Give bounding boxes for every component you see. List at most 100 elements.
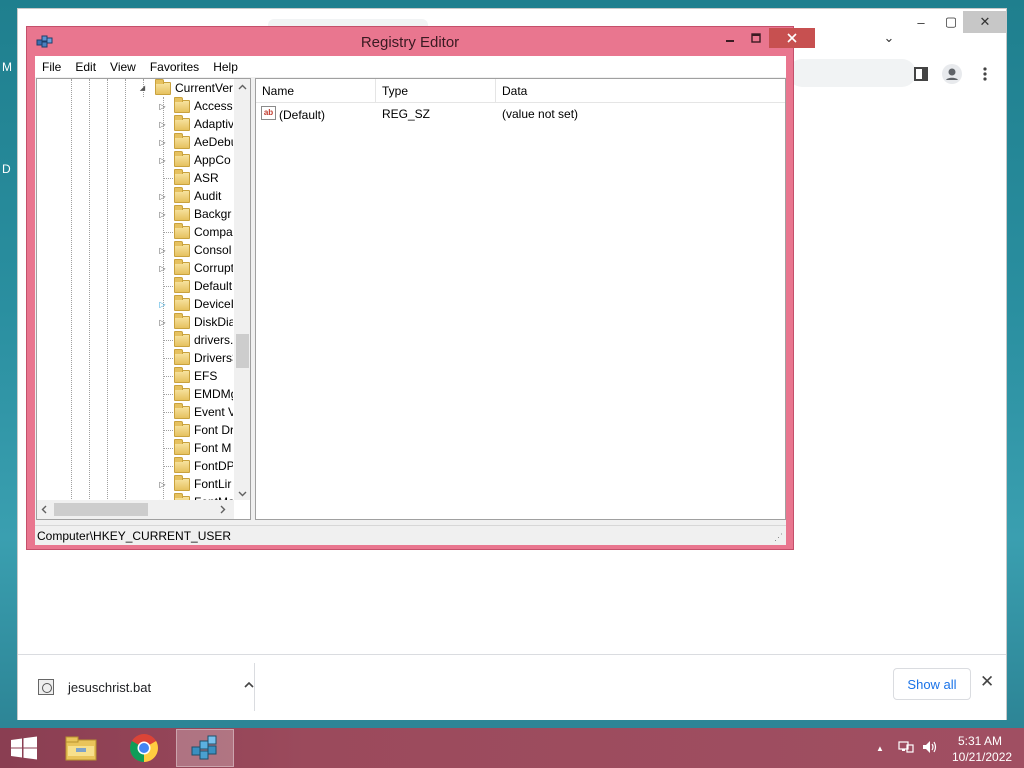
- registry-editor-taskbar-button[interactable]: [176, 729, 234, 767]
- close-button[interactable]: [769, 28, 815, 48]
- scroll-up-arrow[interactable]: [238, 82, 247, 92]
- tree-node[interactable]: Font Dr: [37, 421, 233, 439]
- minimize-button[interactable]: –: [906, 11, 936, 33]
- show-hidden-icons-icon[interactable]: ▲: [876, 744, 884, 753]
- start-button[interactable]: [10, 736, 38, 760]
- scrollbar-thumb[interactable]: [236, 334, 249, 368]
- tree-node[interactable]: Font M: [37, 439, 233, 457]
- registry-tree[interactable]: ◢ CurrentVer ▷ Accessi ▷ Adaptiv ▷ AeDebu ▷ AppCo…: [36, 78, 251, 520]
- menu-favorites[interactable]: Favorites: [143, 60, 206, 74]
- downloads-bar: jesuschrist.bat Show all ✕: [18, 654, 1006, 720]
- scroll-down-arrow[interactable]: [238, 489, 247, 499]
- expand-arrow-icon[interactable]: ▷: [158, 120, 167, 129]
- tree-node[interactable]: Default: [37, 277, 233, 295]
- list-item[interactable]: ab (Default) REG_SZ (value not set): [256, 104, 785, 124]
- expand-arrow-icon[interactable]: ▷: [158, 192, 167, 201]
- expand-arrow-icon[interactable]: ▷: [158, 246, 167, 255]
- tab-search-icon[interactable]: ⌄: [874, 27, 904, 49]
- tree-node[interactable]: EFS: [37, 367, 233, 385]
- tree-node[interactable]: ▷ Audit: [37, 187, 233, 205]
- column-header-data[interactable]: Data: [496, 79, 784, 103]
- value-name-cell: ab (Default): [256, 104, 376, 124]
- tree-node-currentversion[interactable]: ◢ CurrentVer: [37, 79, 233, 97]
- kebab-menu-icon[interactable]: [975, 64, 995, 84]
- network-icon[interactable]: [898, 740, 914, 757]
- tree-node[interactable]: drivers.: [37, 331, 233, 349]
- chrome-taskbar-button[interactable]: [115, 729, 173, 767]
- desktop-icon-label: D: [2, 162, 11, 176]
- tree-horizontal-scrollbar[interactable]: [37, 500, 234, 519]
- column-header-name[interactable]: Name: [256, 79, 376, 103]
- tree-node[interactable]: ▷ Adaptiv: [37, 115, 233, 133]
- menu-file[interactable]: File: [35, 60, 68, 74]
- scroll-left-arrow[interactable]: [41, 505, 47, 516]
- menu-view[interactable]: View: [103, 60, 143, 74]
- titlebar[interactable]: Registry Editor: [27, 27, 815, 55]
- expand-arrow-icon[interactable]: ▷: [158, 102, 167, 111]
- tree-connector: [163, 412, 173, 413]
- volume-icon[interactable]: [922, 740, 938, 757]
- folder-icon: [174, 421, 190, 437]
- clock-time[interactable]: 5:31 AM: [958, 734, 1002, 748]
- tree-node[interactable]: Compa: [37, 223, 233, 241]
- folder-icon: [155, 79, 171, 95]
- value-data: (value not set): [502, 107, 579, 121]
- status-path: Computer\HKEY_CURRENT_USER: [37, 528, 232, 543]
- menu-bar: File Edit View Favorites Help: [35, 56, 786, 77]
- expand-arrow-icon[interactable]: ▷: [158, 264, 167, 273]
- expand-arrow-icon[interactable]: ▷: [158, 318, 167, 327]
- expanded-arrow-icon[interactable]: ◢: [138, 84, 147, 92]
- tree-node[interactable]: Drivers3: [37, 349, 233, 367]
- minimize-button[interactable]: [717, 28, 743, 48]
- file-explorer-taskbar-button[interactable]: [52, 729, 110, 767]
- tree-node[interactable]: ▷ DeviceI: [37, 295, 233, 313]
- expand-arrow-icon[interactable]: ▷: [158, 156, 167, 165]
- tree-node[interactable]: ▷ AeDebu: [37, 133, 233, 151]
- scrollbar-thumb[interactable]: [54, 503, 148, 516]
- tree-node-label: Backgr: [194, 207, 232, 221]
- column-header-type[interactable]: Type: [376, 79, 496, 103]
- tree-node[interactable]: ▷ Consol: [37, 241, 233, 259]
- omnibox[interactable]: [788, 59, 916, 87]
- show-all-button[interactable]: Show all: [893, 668, 971, 700]
- tree-vertical-scrollbar[interactable]: [234, 79, 250, 500]
- folder-icon: [174, 259, 190, 275]
- download-item[interactable]: jesuschrist.bat: [38, 667, 254, 707]
- tree-node[interactable]: Event V: [37, 403, 233, 421]
- tree-node[interactable]: ▷ Corrupt: [37, 259, 233, 277]
- scroll-right-arrow[interactable]: [220, 505, 226, 516]
- close-button[interactable]: ✕: [963, 11, 1007, 33]
- expand-arrow-icon[interactable]: ▷: [158, 210, 167, 219]
- expand-arrow-icon[interactable]: ▷: [158, 138, 167, 147]
- tree-connector: [163, 286, 173, 287]
- menu-help[interactable]: Help: [206, 60, 245, 74]
- tree-connector: [163, 340, 173, 341]
- values-list[interactable]: Name Type Data ab (Default) REG_SZ (valu…: [255, 78, 786, 520]
- tree-node[interactable]: EMDMg: [37, 385, 233, 403]
- menu-edit[interactable]: Edit: [68, 60, 103, 74]
- resize-grip-icon[interactable]: ⋰: [774, 532, 783, 543]
- registry-editor-icon: [191, 735, 217, 760]
- chevron-up-icon[interactable]: [244, 677, 254, 691]
- tree-node[interactable]: ▷ Accessi: [37, 97, 233, 115]
- folder-icon: [174, 169, 190, 185]
- profile-icon[interactable]: [942, 64, 962, 84]
- tree-connector: [163, 178, 173, 179]
- close-icon[interactable]: ✕: [980, 672, 994, 692]
- folder-icon: [174, 223, 190, 239]
- tree-node-label: Consol: [194, 243, 232, 257]
- tree-node[interactable]: FontDP: [37, 457, 233, 475]
- sidebar-icon[interactable]: [911, 64, 931, 84]
- maximize-button[interactable]: ▢: [936, 11, 966, 33]
- tree-node[interactable]: ▷ DiskDia: [37, 313, 233, 331]
- tree-node[interactable]: ▷ AppCo: [37, 151, 233, 169]
- tree-node[interactable]: ▷ Backgr: [37, 205, 233, 223]
- clock-date[interactable]: 10/21/2022: [952, 750, 1012, 764]
- tree-node-label: Drivers3: [194, 351, 233, 365]
- tree-node[interactable]: ▷ FontLir: [37, 475, 233, 493]
- expand-arrow-icon[interactable]: ▷: [158, 480, 167, 489]
- tree-node[interactable]: ASR: [37, 169, 233, 187]
- divider: [254, 663, 255, 711]
- expand-arrow-icon[interactable]: ▷: [158, 300, 167, 309]
- maximize-button[interactable]: [743, 28, 769, 48]
